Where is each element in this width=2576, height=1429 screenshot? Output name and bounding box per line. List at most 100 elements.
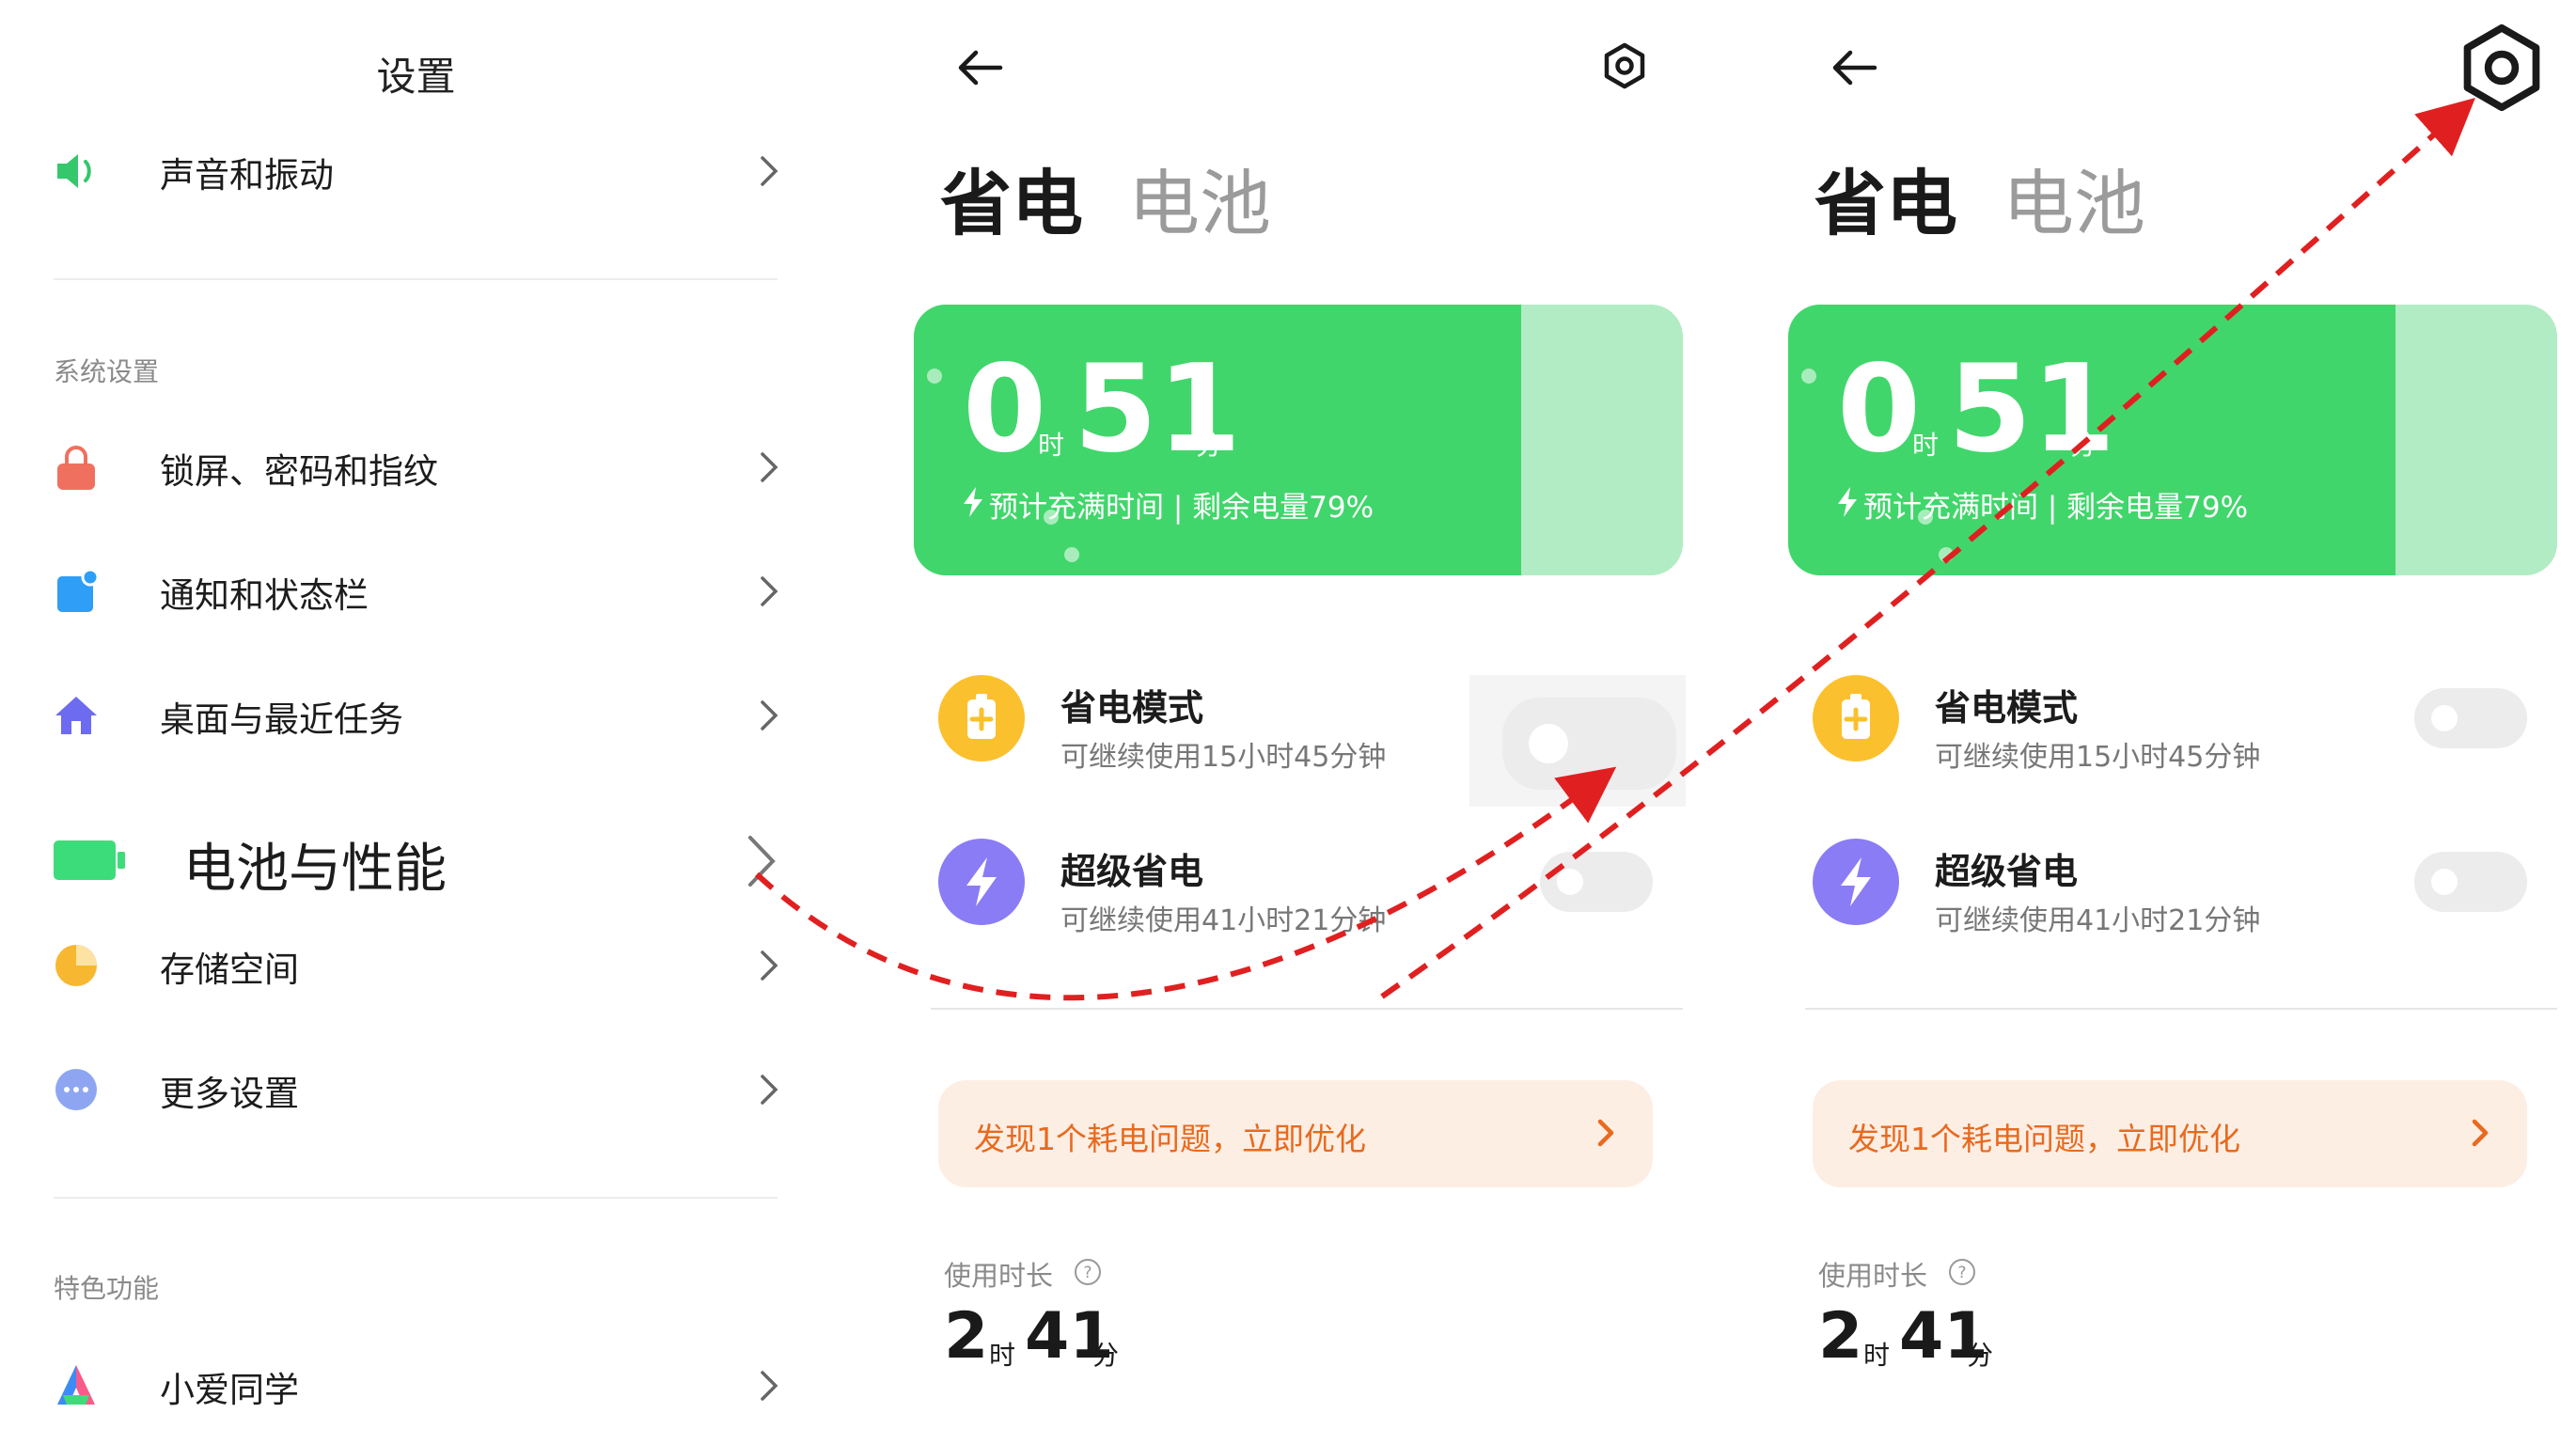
settings-item-label: 存储空间: [160, 950, 299, 990]
tab-power-saving[interactable]: 省电: [940, 146, 1083, 249]
chevron-right-icon: [761, 950, 778, 981]
hours-unit: 时: [1038, 430, 1065, 461]
battery-issue-alert[interactable]: 发现1个耗电问题，立即优化: [938, 1080, 1653, 1187]
notification-icon: [57, 568, 100, 612]
chevron-right-icon: [761, 576, 778, 606]
svg-text:?: ?: [1957, 1264, 1966, 1282]
settings-gear-icon[interactable]: [1601, 42, 1648, 89]
usage-label: 使用时长: [1818, 1260, 1928, 1292]
chevron-right-icon: [761, 156, 778, 186]
mode-subtitle: 可继续使用15小时45分钟: [1935, 741, 2261, 774]
usage-hours: 2: [1818, 1299, 1863, 1374]
settings-item-label: 更多设置: [160, 1074, 299, 1114]
home-icon: [55, 697, 97, 734]
divider: [54, 278, 778, 280]
battery-plus-icon: [938, 675, 1025, 762]
battery-page-after: 省电 电池 0 时 51 分 预计充满时间 | 剩余电量79% 省电模式 可继续…: [1788, 0, 2576, 1429]
settings-item-more[interactable]: 更多设置: [52, 1052, 790, 1127]
settings-item-storage[interactable]: 存储空间: [52, 928, 790, 1003]
chevron-right-icon: [761, 1075, 778, 1105]
usage-label: 使用时长: [944, 1260, 1054, 1292]
chevron-right-icon: [1597, 1119, 1614, 1147]
super-saving-toggle[interactable]: [2414, 852, 2527, 912]
chevron-right-icon: [2472, 1119, 2489, 1147]
back-arrow-icon[interactable]: [950, 38, 1010, 98]
xiaoai-icon: [57, 1365, 95, 1405]
mode-title: 超级省电: [1060, 851, 1204, 892]
alert-text: 发现1个耗电问题，立即优化: [974, 1121, 1366, 1157]
settings-gear-icon[interactable]: [2457, 23, 2547, 113]
settings-item-label: 电池与性能: [183, 839, 447, 900]
usage-minutes-unit: 分: [1967, 1340, 1994, 1371]
svg-text:?: ?: [1083, 1264, 1092, 1282]
divider: [1805, 1008, 2557, 1010]
battery-status-card: 0 时 51 分 预计充满时间 | 剩余电量79%: [914, 305, 1683, 575]
usage-minutes-unit: 分: [1092, 1340, 1120, 1371]
bubble-dot: [927, 369, 942, 384]
usage-hours: 2: [944, 1299, 989, 1374]
toggle-knob: [2431, 705, 2458, 731]
lock-icon: [57, 446, 95, 490]
more-icon: [55, 1069, 97, 1110]
chevron-right-icon: [748, 836, 776, 887]
usage-hours-unit: 时: [1863, 1340, 1891, 1371]
usage-hours-unit: 时: [989, 1340, 1016, 1371]
super-saving-toggle[interactable]: [1540, 852, 1653, 912]
minutes-unit: 分: [2070, 430, 2097, 461]
power-saving-toggle[interactable]: [2414, 688, 2527, 748]
settings-item-label: 桌面与最近任务: [160, 699, 403, 740]
chevron-right-icon: [761, 452, 778, 482]
divider: [931, 1008, 1683, 1010]
tab-battery[interactable]: 电池: [2003, 146, 2145, 249]
mode-subtitle: 可继续使用41小时21分钟: [1935, 904, 2261, 937]
lightning-icon: [1813, 839, 1899, 925]
chevron-right-icon: [761, 1371, 778, 1401]
tab-power-saving[interactable]: 省电: [1814, 146, 1957, 249]
settings-item-lockscreen[interactable]: 锁屏、密码和指纹: [52, 430, 790, 505]
bubble-dot: [1064, 547, 1079, 562]
pie-chart-icon: [55, 945, 97, 986]
bubble-dot: [1044, 510, 1059, 525]
bubble-dot: [1918, 510, 1933, 525]
chevron-right-icon: [761, 700, 778, 730]
help-icon[interactable]: ?: [1074, 1258, 1102, 1286]
settings-item-xiaoai[interactable]: 小爱同学: [52, 1348, 790, 1423]
mode-title: 超级省电: [1935, 851, 2079, 892]
lightning-icon: [938, 839, 1025, 925]
toggle-knob: [1557, 869, 1583, 895]
section-features: 特色功能: [54, 1273, 160, 1304]
settings-item-label: 锁屏、密码和指纹: [160, 451, 438, 492]
alert-text: 发现1个耗电问题，立即优化: [1848, 1121, 2240, 1157]
charging-bolt-icon: [1838, 487, 1857, 517]
settings-item-label: 声音和振动: [160, 155, 334, 196]
divider: [54, 1197, 778, 1199]
battery-plus-icon: [1813, 675, 1899, 762]
battery-icon: [54, 840, 125, 880]
minutes-unit: 分: [1196, 430, 1223, 461]
battery-status-card: 0 时 51 分 预计充满时间 | 剩余电量79%: [1788, 305, 2557, 575]
settings-item-sound[interactable]: 声音和振动: [52, 133, 790, 209]
tab-battery[interactable]: 电池: [1128, 146, 1271, 249]
settings-item-desktop[interactable]: 桌面与最近任务: [52, 678, 790, 753]
mode-title: 省电模式: [1935, 687, 2079, 729]
settings-item-label: 小爱同学: [160, 1370, 299, 1410]
power-saving-toggle[interactable]: [1502, 698, 1676, 790]
mode-subtitle: 可继续使用15小时45分钟: [1060, 741, 1387, 774]
battery-issue-alert[interactable]: 发现1个耗电问题，立即优化: [1813, 1080, 2527, 1187]
section-system-settings: 系统设置: [54, 356, 160, 387]
settings-item-battery-performance[interactable]: 电池与性能: [52, 813, 790, 917]
toggle-knob: [2431, 869, 2458, 895]
settings-item-notifications[interactable]: 通知和状态栏: [52, 554, 790, 629]
settings-title: 设置: [376, 54, 456, 100]
toggle-knob: [1529, 724, 1568, 763]
battery-page-before: 省电 电池 0 时 51 分 预计充满时间 | 剩余电量79% 省电模式 可继续…: [914, 0, 1720, 1429]
bubble-dot: [1939, 547, 1954, 562]
speaker-icon: [57, 154, 91, 188]
back-arrow-icon[interactable]: [1824, 38, 1884, 98]
bubble-dot: [1801, 369, 1816, 384]
settings-item-label: 通知和状态栏: [160, 575, 369, 616]
help-icon[interactable]: ?: [1948, 1258, 1976, 1286]
mode-title: 省电模式: [1060, 687, 1204, 729]
charge-hours: 0: [963, 339, 1047, 479]
mode-subtitle: 可继续使用41小时21分钟: [1060, 904, 1387, 937]
